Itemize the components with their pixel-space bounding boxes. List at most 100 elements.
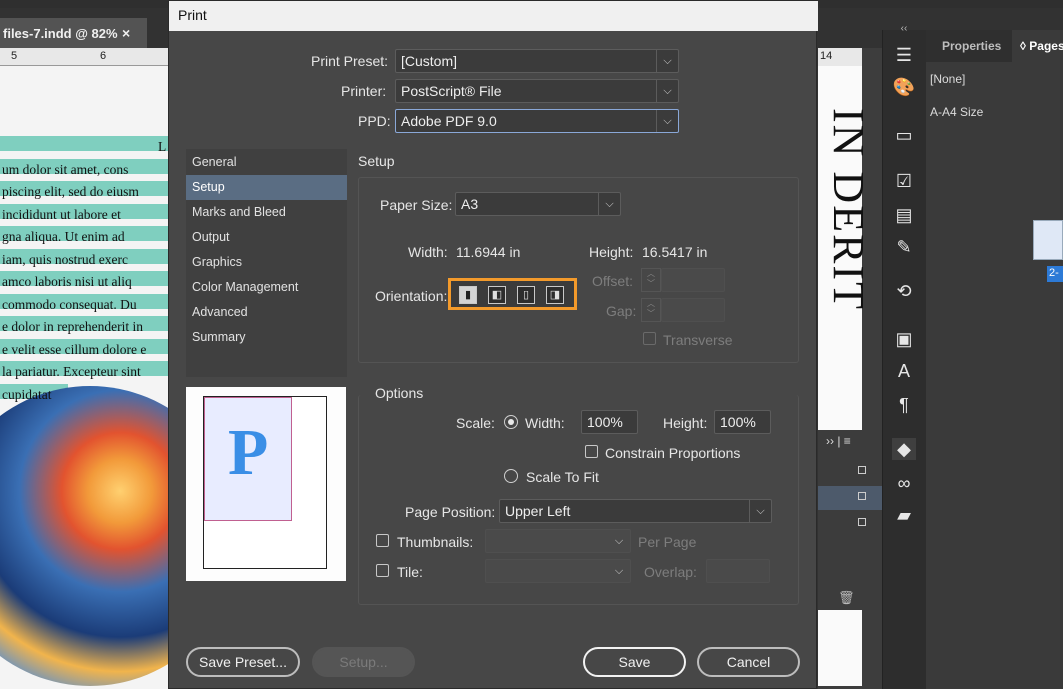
height-value: 16.5417 in: [642, 244, 708, 260]
chevron-down-icon: ⌵: [598, 193, 620, 215]
overlap-field: [706, 559, 770, 583]
landscape-icon[interactable]: ◧: [488, 286, 506, 304]
layers-panel: ›› | ≡ 🗑: [818, 430, 882, 610]
page-position-select[interactable]: Upper Left ⌵: [499, 499, 772, 523]
nav-item-output[interactable]: Output: [186, 225, 347, 250]
size-label: A-A4 Size: [930, 105, 984, 119]
print-categories-list: General Setup Marks and Bleed Output Gra…: [186, 149, 347, 377]
chat-icon[interactable]: ▰: [892, 504, 916, 526]
body-text-line: e dolor in reprehenderit in: [2, 319, 143, 334]
layer-checkbox[interactable]: [858, 466, 866, 474]
nav-item-setup[interactable]: Setup: [186, 175, 347, 200]
body-text-line: commodo consequat. Du: [2, 297, 137, 312]
body-text-line: incididunt ut labore et: [2, 207, 121, 222]
paragraph-style-icon[interactable]: ¶: [892, 394, 916, 416]
tab-pages[interactable]: ◊ Pages: [1012, 30, 1063, 62]
collapse-icon[interactable]: ‹‹: [892, 18, 916, 40]
print-preset-select[interactable]: [Custom] ⌵: [395, 49, 679, 73]
paper-size-select[interactable]: A3 ⌵: [455, 192, 621, 216]
vertical-heading: IN DERIT: [824, 108, 873, 311]
tile-select: ⌵: [485, 559, 631, 583]
scale-height-input[interactable]: 100%: [714, 410, 771, 434]
portrait-icon[interactable]: ▮: [459, 286, 477, 304]
transverse-checkbox: [643, 332, 656, 345]
history-icon[interactable]: ⟲: [892, 280, 916, 302]
ruler-right: 14: [818, 48, 862, 66]
width-value: 11.6944 in: [456, 244, 521, 260]
text-style-icon[interactable]: A: [892, 360, 916, 382]
tile-checkbox[interactable]: [376, 564, 389, 577]
body-text-line: L: [158, 139, 167, 154]
body-text-line: la pariatur. Excepteur sint: [2, 364, 141, 379]
nav-item-marks-and-bleed[interactable]: Marks and Bleed: [186, 200, 347, 225]
chevron-down-icon: ⌵: [656, 110, 678, 132]
panel-dock-toolbar: ‹‹ ☰ 🎨 ▭ ☑ ▤ ✎ ⟲ ▣ A ¶ ◆ ∞ ▰: [882, 23, 926, 689]
trash-icon[interactable]: 🗑: [838, 590, 855, 606]
palette-icon[interactable]: 🎨: [892, 76, 916, 98]
printer-value: PostScript® File: [401, 83, 502, 99]
ppd-value: Adobe PDF 9.0: [401, 113, 497, 129]
body-text-line: cupidatat: [2, 387, 52, 402]
offset-stepper: ︿ ﹀: [641, 268, 661, 292]
scale-width-label: Width:: [525, 415, 565, 431]
constrain-proportions-checkbox[interactable]: [585, 445, 598, 458]
save-preset-button[interactable]: Save Preset...: [186, 647, 300, 677]
chevron-down-icon: ⌵: [614, 565, 624, 577]
horizontal-ruler: 5 6: [0, 48, 168, 66]
layer-checkbox[interactable]: [858, 492, 866, 500]
folder-icon[interactable]: ▣: [892, 328, 916, 350]
links-icon[interactable]: ∞: [892, 472, 916, 494]
transverse-label: Transverse: [663, 332, 733, 348]
close-icon[interactable]: ×: [122, 25, 130, 41]
ppd-select[interactable]: Adobe PDF 9.0 ⌵: [395, 109, 679, 133]
scale-to-fit-radio[interactable]: [504, 469, 518, 483]
properties-panel: [926, 30, 1063, 689]
cancel-button[interactable]: Cancel: [697, 647, 800, 677]
document-tab[interactable]: files-7.indd @ 82% ×: [0, 18, 147, 48]
properties-tabs: Properties ◊ Pages: [926, 30, 1063, 62]
orientation-group: ▮ ◧ ▯ ◨: [448, 278, 577, 310]
chevron-down-icon: ⌵: [656, 50, 678, 72]
setup-heading: Setup: [358, 153, 395, 169]
ruler-tick: 6: [100, 50, 107, 62]
reverse-portrait-icon[interactable]: ▯: [517, 286, 535, 304]
save-button[interactable]: Save: [583, 647, 686, 677]
notes-icon[interactable]: ▤: [892, 204, 916, 226]
nav-item-general[interactable]: General: [186, 150, 347, 175]
layer-checkbox[interactable]: [858, 518, 866, 526]
printer-select[interactable]: PostScript® File ⌵: [395, 79, 679, 103]
review-icon[interactable]: ☑: [892, 170, 916, 192]
comment-icon[interactable]: ▭: [892, 124, 916, 146]
panel-menu-icon[interactable]: ›› | ≡: [826, 434, 851, 448]
thumbnails-checkbox[interactable]: [376, 534, 389, 547]
layers-icon[interactable]: ◆: [892, 438, 916, 460]
scale-width-radio[interactable]: [504, 415, 518, 429]
page-position-label: Page Position:: [405, 504, 496, 520]
layer-row-selected[interactable]: [818, 486, 882, 510]
print-dialog: Print Print Preset: [Custom] ⌵ Printer: …: [168, 0, 818, 689]
constrain-proportions-label: Constrain Proportions: [605, 445, 741, 461]
printer-label: Printer:: [341, 83, 387, 99]
nav-item-graphics[interactable]: Graphics: [186, 250, 347, 275]
menu-icon[interactable]: ☰: [892, 44, 916, 66]
document-page: L um dolor sit amet, cons piscing elit, …: [0, 66, 168, 689]
text-highlight: [0, 136, 168, 151]
nav-item-summary[interactable]: Summary: [186, 325, 347, 350]
chevron-down-icon: ⌵: [656, 80, 678, 102]
scale-label: Scale:: [456, 415, 495, 431]
reverse-landscape-icon[interactable]: ◨: [546, 286, 564, 304]
nav-item-advanced[interactable]: Advanced: [186, 300, 347, 325]
edit-notes-icon[interactable]: ✎: [892, 236, 916, 258]
circular-painting-image: [0, 386, 168, 686]
dialog-title: Print: [169, 1, 818, 31]
gap-field: [661, 298, 725, 322]
nav-item-color-management[interactable]: Color Management: [186, 275, 347, 300]
body-text-line: e velit esse cillum dolore e: [2, 342, 147, 357]
body-text-line: amco laboris nisi ut aliq: [2, 274, 132, 289]
scale-width-input[interactable]: 100%: [581, 410, 638, 434]
tab-properties[interactable]: Properties: [942, 39, 1001, 53]
chevron-down-icon: ⌵: [614, 535, 624, 547]
thumbnails-label: Thumbnails:: [397, 534, 474, 550]
page-thumbnail[interactable]: [1033, 220, 1063, 260]
offset-label: Offset:: [592, 273, 633, 289]
